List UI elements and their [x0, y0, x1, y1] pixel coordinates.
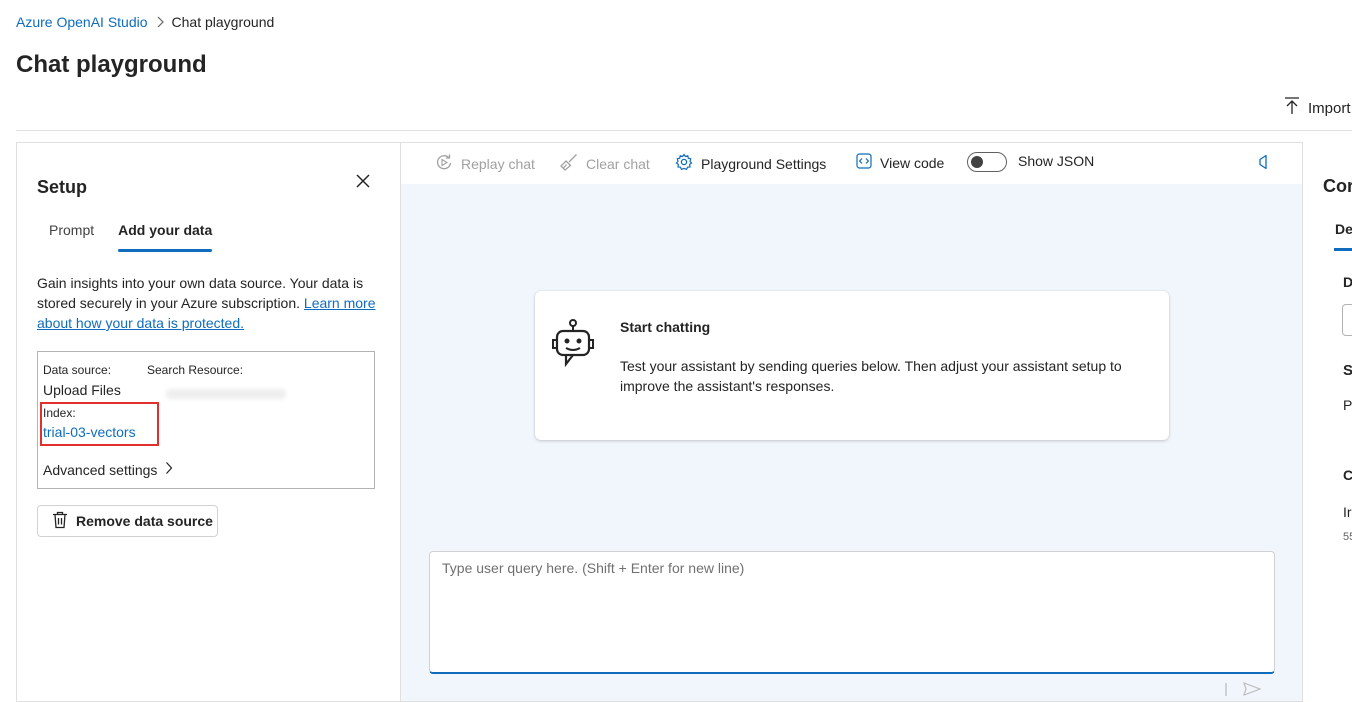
- tab-prompt[interactable]: Prompt: [37, 221, 106, 253]
- view-code-label: View code: [880, 154, 945, 171]
- attach-icon[interactable]: [1219, 682, 1233, 701]
- upload-arrow-icon: [1284, 97, 1300, 119]
- show-json-toggle[interactable]: [967, 152, 1007, 172]
- data-source-box: Data source: Search Resource: Upload Fil…: [37, 351, 375, 489]
- card-text: Test your assistant by sending queries b…: [620, 358, 1122, 394]
- replay-chat-button[interactable]: Replay chat: [435, 153, 535, 174]
- config-tab-underline: [1334, 248, 1352, 251]
- query-box: [429, 551, 1275, 674]
- setup-panel: Setup Prompt Add your data Gain insights…: [16, 142, 400, 702]
- config-label-s: S: [1343, 362, 1352, 379]
- chevron-right-icon: [165, 461, 173, 478]
- config-dropdown[interactable]: [1342, 304, 1352, 336]
- config-label-num: 55: [1343, 531, 1352, 543]
- page-title: Chat playground: [16, 51, 207, 78]
- setup-tabs: Prompt Add your data: [37, 221, 224, 253]
- chat-area: Replay chat Clear chat Playground Settin…: [400, 142, 1303, 702]
- clear-chat-label: Clear chat: [586, 155, 650, 172]
- import-button-label: Import: [1308, 99, 1351, 117]
- breadcrumb: Azure OpenAI Studio Chat playground: [16, 14, 274, 30]
- config-tab[interactable]: De: [1335, 221, 1352, 237]
- advanced-settings-label: Advanced settings: [43, 461, 158, 478]
- config-label-d: D: [1343, 274, 1352, 290]
- start-chatting-card: Start chatting Test your assistant by se…: [535, 291, 1169, 440]
- playground-settings-label: Playground Settings: [701, 155, 827, 172]
- data-source-label: Data source:: [43, 363, 112, 377]
- clear-chat-button[interactable]: Clear chat: [560, 153, 650, 174]
- trash-icon: [52, 511, 68, 532]
- config-label-ir: Ir: [1343, 504, 1352, 520]
- search-resource-label: Search Resource:: [147, 363, 244, 377]
- input-actions: [1219, 681, 1262, 701]
- config-label-c: C: [1343, 467, 1352, 483]
- chevron-right-icon: [156, 16, 164, 28]
- playground-settings-button[interactable]: Playground Settings: [675, 153, 826, 174]
- user-query-input[interactable]: [430, 552, 1274, 672]
- replay-icon: [435, 153, 453, 174]
- remove-data-source-label: Remove data source: [76, 513, 213, 529]
- show-json-label: Show JSON: [1018, 153, 1095, 169]
- card-title: Start chatting: [620, 319, 711, 335]
- advanced-settings-button[interactable]: Advanced settings: [43, 461, 173, 478]
- configuration-panel: Cor De D S Pa C Ir 55: [1303, 142, 1352, 702]
- setup-title: Setup: [37, 177, 88, 197]
- import-button[interactable]: Import: [1284, 97, 1351, 119]
- bot-icon: [551, 319, 595, 369]
- config-label-pa: Pa: [1343, 397, 1352, 413]
- remove-data-source-button[interactable]: Remove data source: [37, 505, 218, 537]
- chat-toolbar: Replay chat Clear chat Playground Settin…: [401, 143, 1302, 184]
- broom-icon: [560, 153, 578, 174]
- data-description: Gain insights into your own data source.…: [37, 273, 377, 333]
- breadcrumb-current: Chat playground: [171, 14, 275, 30]
- code-icon: [856, 153, 872, 172]
- config-title: Cor: [1323, 176, 1352, 196]
- tab-add-your-data[interactable]: Add your data: [106, 221, 224, 253]
- replay-chat-label: Replay chat: [461, 155, 535, 172]
- gear-icon: [675, 153, 693, 174]
- data-source-value: Upload Files: [43, 382, 121, 398]
- view-code-button[interactable]: View code: [856, 153, 944, 172]
- highlight-box: [40, 402, 159, 446]
- search-resource-redacted: [166, 389, 286, 399]
- speaker-icon[interactable]: [1255, 153, 1273, 171]
- close-icon[interactable]: [353, 171, 373, 191]
- header-divider: [16, 130, 1352, 131]
- send-icon[interactable]: [1243, 681, 1262, 701]
- toggle-knob: [971, 156, 983, 168]
- breadcrumb-link-azure-openai-studio[interactable]: Azure OpenAI Studio: [16, 14, 148, 30]
